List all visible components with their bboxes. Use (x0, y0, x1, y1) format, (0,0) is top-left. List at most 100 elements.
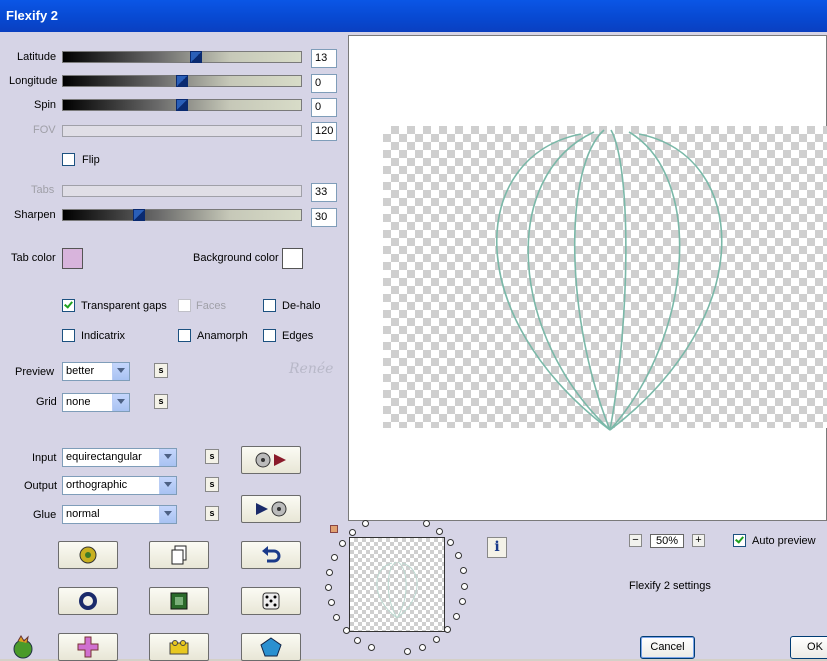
indicatrix-checkbox[interactable] (62, 329, 75, 342)
navigator-dial-dot[interactable] (354, 636, 362, 644)
navigator-dial-dot[interactable] (422, 519, 430, 527)
sharpen-slider-thumb[interactable] (133, 209, 145, 221)
title-bar: Flexify 2 (0, 0, 827, 32)
play-output-button[interactable] (241, 495, 301, 523)
navigator-dial-dot[interactable] (338, 540, 346, 548)
input-s-button[interactable]: s (205, 449, 219, 464)
navigator-dial-dot[interactable] (404, 648, 412, 656)
cross-shape-icon (77, 636, 99, 658)
navigator-dial-dot[interactable] (349, 528, 357, 536)
navigator-dial-dot[interactable] (333, 613, 341, 621)
navigator-dial-dot[interactable] (432, 636, 440, 644)
fov-slider (62, 125, 302, 137)
thumbnail-globe (376, 561, 418, 619)
square-frame-icon (170, 592, 188, 610)
auto-preview-checkbox[interactable] (733, 534, 746, 547)
navigator-dial-dot[interactable] (325, 584, 333, 592)
tabs-input[interactable]: 33 (311, 183, 337, 202)
navigator-dial-dot[interactable] (446, 539, 454, 547)
dice-icon (262, 592, 280, 610)
longitude-slider-thumb[interactable] (176, 75, 188, 87)
random-dice-button[interactable] (241, 587, 301, 615)
navigator-dial-dot[interactable] (435, 528, 443, 536)
grid-select[interactable]: none (62, 393, 130, 412)
preview-select[interactable]: better (62, 362, 130, 381)
logo-icon (13, 635, 33, 659)
edges-checkbox[interactable] (263, 329, 276, 342)
grid-s-button[interactable]: s (154, 394, 168, 409)
fov-input[interactable]: 120 (311, 122, 337, 141)
flip-label: Flip (82, 154, 100, 166)
latitude-slider-thumb[interactable] (190, 51, 202, 63)
undo-arrow-icon (262, 546, 281, 563)
zoom-in-button[interactable]: + (692, 534, 705, 547)
longitude-input[interactable]: 0 (311, 74, 337, 93)
navigator-dial-dot[interactable] (362, 520, 370, 528)
de-halo-label: De-halo (282, 300, 321, 312)
ring-icon (79, 592, 97, 610)
cancel-button[interactable]: Cancel (640, 636, 695, 659)
navigator-dial-dot[interactable] (460, 582, 468, 590)
sharpen-input[interactable]: 30 (311, 208, 337, 227)
tab-color-label: Tab color (11, 252, 56, 264)
copy-button[interactable] (149, 541, 209, 569)
navigator-dial-dot[interactable] (444, 625, 452, 633)
navigator-dial-dot[interactable] (459, 567, 467, 575)
chevron-down-icon[interactable] (159, 477, 176, 494)
undo-button[interactable] (241, 541, 301, 569)
longitude-slider[interactable] (62, 75, 302, 87)
navigator-dial-dot[interactable] (419, 643, 427, 651)
navigator-dial-dot[interactable] (326, 568, 334, 576)
faces-checkbox (178, 299, 191, 312)
ring-button[interactable] (58, 587, 118, 615)
fov-label: FOV (33, 124, 56, 136)
navigator-dial-dot[interactable] (342, 626, 350, 634)
play-input-button[interactable] (241, 446, 301, 474)
input-label: Input (32, 452, 57, 464)
de-halo-checkbox[interactable] (263, 299, 276, 312)
tab-color-swatch[interactable] (62, 248, 83, 269)
navigator-handle[interactable] (330, 525, 338, 533)
chevron-down-icon[interactable] (159, 506, 176, 523)
spin-input[interactable]: 0 (311, 98, 337, 117)
background-color-swatch[interactable] (282, 248, 303, 269)
navigator-dial-dot[interactable] (458, 598, 466, 606)
preview-label: Preview (15, 366, 55, 378)
auto-preview-label: Auto preview (752, 535, 816, 547)
brick-icon (169, 640, 189, 655)
glue-select[interactable]: normal (62, 505, 177, 524)
transparent-gaps-checkbox[interactable] (62, 299, 75, 312)
brick-button[interactable] (149, 633, 209, 661)
chevron-down-icon[interactable] (112, 394, 129, 411)
ok-button[interactable]: OK (790, 636, 827, 659)
spin-slider-thumb[interactable] (176, 99, 188, 111)
randomize-globe-button[interactable] (58, 541, 118, 569)
navigator-dial-dot[interactable] (454, 552, 462, 560)
chevron-down-icon[interactable] (112, 363, 129, 380)
info-button[interactable]: i (487, 537, 507, 558)
sharpen-slider[interactable] (62, 209, 302, 221)
navigator-dial-dot[interactable] (367, 644, 375, 652)
chevron-down-icon[interactable] (159, 449, 176, 466)
preview-canvas[interactable]: Renée (289, 35, 827, 521)
spin-slider[interactable] (62, 99, 302, 111)
latitude-label: Latitude (17, 51, 57, 63)
square-frame-button[interactable] (149, 587, 209, 615)
glue-s-button[interactable]: s (205, 506, 219, 521)
output-select[interactable]: orthographic (62, 476, 177, 495)
output-label: Output (24, 480, 58, 492)
output-s-button[interactable]: s (205, 477, 219, 492)
navigator-thumbnail[interactable] (349, 537, 445, 632)
navigator-dial-dot[interactable] (327, 599, 335, 607)
latitude-slider[interactable] (62, 51, 302, 63)
flip-checkbox[interactable] (62, 153, 75, 166)
navigator-dial-dot[interactable] (330, 553, 338, 561)
latitude-input[interactable]: 13 (311, 49, 337, 68)
zoom-out-button[interactable]: − (629, 534, 642, 547)
navigator-dial-dot[interactable] (453, 612, 461, 620)
pentagon-button[interactable] (241, 633, 301, 661)
input-select[interactable]: equirectangular (62, 448, 177, 467)
cross-button[interactable] (58, 633, 118, 661)
anamorph-checkbox[interactable] (178, 329, 191, 342)
preview-s-button[interactable]: s (154, 363, 168, 378)
